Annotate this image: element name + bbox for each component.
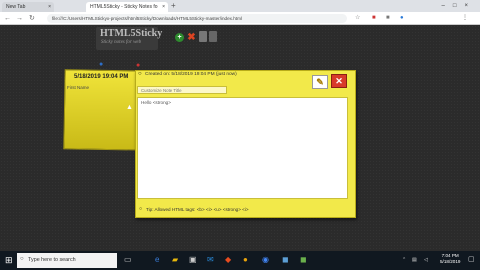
taskbar-search[interactable]: Type here to search — [17, 253, 117, 268]
tab-close-icon[interactable]: × — [162, 2, 165, 12]
reload-icon[interactable]: ↻ — [29, 13, 35, 24]
close-icon[interactable]: ✕ — [331, 74, 347, 88]
logo-subtitle: Sticky notes for web — [101, 40, 142, 45]
save-icon[interactable] — [199, 31, 207, 42]
forward-icon[interactable]: → — [16, 13, 23, 24]
settings-icon[interactable] — [209, 31, 217, 42]
add-note-icon[interactable]: + — [175, 33, 184, 42]
extension-icon[interactable]: ■ — [372, 13, 376, 24]
note-content: Hello <strong> — [141, 100, 171, 105]
address-text: file:///C:/Users/HTMLStickyx-projects/ht… — [52, 16, 242, 21]
volume-icon[interactable]: ◁ — [424, 255, 428, 265]
app-icon[interactable]: ◼ — [282, 255, 289, 265]
new-tab-button[interactable]: + — [171, 1, 176, 11]
back-icon[interactable]: ← — [4, 13, 11, 24]
note-title-field[interactable]: Customize Note Title — [137, 86, 227, 94]
app-icon[interactable]: ◆ — [225, 255, 231, 265]
edge-icon[interactable]: e — [155, 255, 159, 265]
notifications-icon[interactable]: ▢ — [468, 255, 475, 265]
tab-label: HTML5Sticky - Sticky Notes fo — [90, 4, 158, 10]
tray-chevron-icon[interactable]: ⌃ — [402, 255, 406, 265]
tab-label: New Tab — [6, 4, 26, 10]
pin-icon: ● — [136, 62, 141, 69]
windows-icon[interactable]: ⊞ — [5, 255, 13, 265]
store-icon[interactable]: ▣ — [189, 255, 197, 265]
mail-icon[interactable]: ✉ — [207, 255, 214, 265]
created-label: Created on: 5/18/2019 19:04 PM (just now… — [145, 72, 237, 77]
task-view-icon[interactable]: ▭ — [124, 255, 132, 265]
app-icon[interactable]: ◼ — [300, 255, 307, 265]
tab-close-icon[interactable]: × — [48, 2, 51, 12]
info-icon: ○ — [138, 71, 142, 77]
browser-tab-bar: New Tab × HTML5Sticky - Sticky Notes fo … — [0, 0, 480, 12]
extension-icon[interactable]: ● — [400, 13, 404, 24]
delete-all-icon[interactable]: ✖ — [187, 33, 196, 43]
search-icon: ○ — [20, 256, 24, 262]
network-icon[interactable]: ▤ — [412, 255, 417, 265]
address-bar[interactable]: file:///C:/Users/HTMLStickyx-projects/ht… — [47, 14, 347, 23]
note-text: First Name — [67, 85, 90, 90]
browser-toolbar: ← → ↻ file:///C:/Users/HTMLStickyx-proje… — [0, 12, 480, 25]
system-clock[interactable]: 7:04 PM 5/18/2019 — [440, 253, 460, 265]
tab-new-tab[interactable]: New Tab × — [2, 2, 54, 12]
clock-date: 5/18/2019 — [440, 259, 461, 264]
extension-icon[interactable]: ■ — [386, 13, 390, 24]
allowed-tags-tip: Tip: Allowed HTML tags: <b> <i> <u> <str… — [146, 207, 249, 212]
tip-icon: ○ — [139, 206, 143, 212]
logo-title: HTML5Sticky — [100, 28, 163, 39]
menu-icon[interactable]: ⋮ — [462, 13, 468, 24]
note-date: 5/18/2019 19:04 PM — [74, 74, 129, 80]
chrome-icon[interactable]: ◉ — [262, 255, 269, 265]
mouse-cursor: ▲ — [126, 104, 133, 111]
search-placeholder: Type here to search — [28, 257, 76, 263]
tab-html5sticky[interactable]: HTML5Sticky - Sticky Notes fo × — [86, 2, 168, 12]
explorer-icon[interactable]: ▰ — [172, 255, 178, 265]
star-icon[interactable]: ☆ — [355, 13, 360, 24]
window-controls[interactable]: –□× — [442, 1, 476, 11]
edit-icon[interactable]: ✎ — [312, 75, 328, 89]
pin-icon: ● — [99, 61, 104, 68]
note-content-textarea[interactable]: Hello <strong> — [137, 97, 348, 199]
title-placeholder: Customize Note Title — [141, 88, 182, 93]
app-icon[interactable]: ● — [243, 255, 248, 265]
